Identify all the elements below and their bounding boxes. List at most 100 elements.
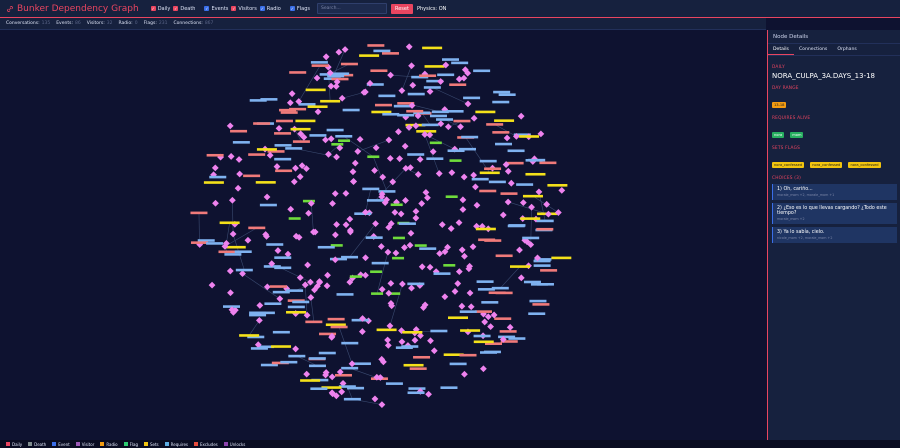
flag-node[interactable] [354,148,362,155]
flag-node[interactable] [286,99,294,107]
event-node[interactable] [498,335,516,339]
event-node[interactable] [274,256,292,259]
choice-item[interactable]: 2) ¿Eso es lo que llevas cargando? ¿Todo… [772,203,897,224]
hub-node[interactable] [414,244,427,247]
flag-node[interactable] [398,87,406,95]
flag-node[interactable] [517,112,525,120]
sets-node[interactable] [522,194,543,198]
daily-node[interactable] [330,325,348,329]
daily-node[interactable] [539,161,557,165]
sets-node[interactable] [475,110,496,114]
flag-node[interactable] [466,289,474,297]
hub-node[interactable] [392,256,405,260]
flag-node[interactable] [387,280,395,287]
flag-node[interactable] [371,395,379,403]
flag-node[interactable] [399,280,406,288]
flag-node[interactable] [323,282,331,290]
flag-node[interactable] [378,285,386,293]
event-node[interactable] [493,90,511,94]
flag-node[interactable] [408,62,415,70]
event-node[interactable] [385,382,403,385]
flag-node[interactable] [504,198,512,206]
hub-node[interactable] [367,155,380,159]
daily-node[interactable] [494,317,512,320]
flag-node[interactable] [418,200,426,207]
event-node[interactable] [232,141,250,144]
event-node[interactable] [250,347,268,350]
event-node[interactable] [343,397,361,401]
flag-node[interactable] [504,167,512,175]
event-node[interactable] [209,175,227,179]
flag-node[interactable] [414,171,422,178]
daily-node[interactable] [495,291,513,295]
flag-node[interactable] [469,243,477,251]
flag-node[interactable] [426,263,434,271]
flag-node[interactable] [430,347,438,355]
sets-node[interactable] [460,329,481,332]
event-node[interactable] [436,118,454,121]
flag-node[interactable] [276,295,284,303]
flag-node[interactable] [499,211,507,219]
flag-node[interactable] [263,283,271,291]
event-node[interactable] [366,199,384,202]
filter-events-checkbox[interactable]: ✓ Events [204,6,228,12]
flag-node[interactable] [459,196,467,204]
sets-node[interactable] [325,323,346,327]
flag-node[interactable] [461,370,468,378]
flag-node[interactable] [346,215,354,223]
daily-node[interactable] [484,167,502,171]
flag-node[interactable] [470,171,478,179]
event-node[interactable] [318,351,336,355]
flag-node[interactable] [427,337,434,345]
event-node[interactable] [430,329,448,333]
flag-node[interactable] [408,284,415,292]
flag-node[interactable] [545,210,552,218]
flag-node[interactable] [447,225,455,232]
filter-death-checkbox[interactable]: ✓ Death [173,6,195,12]
daily-node[interactable] [374,103,392,107]
flag-node[interactable] [287,205,295,213]
flag-node[interactable] [307,294,315,301]
flag-node[interactable] [455,219,463,227]
flag-node[interactable] [292,164,299,172]
event-node[interactable] [461,135,479,139]
event-node[interactable] [274,144,292,147]
sets-node[interactable] [475,227,496,231]
flag-node[interactable] [411,336,419,344]
event-node[interactable] [341,366,359,370]
event-node[interactable] [274,157,292,161]
flag-node[interactable] [327,82,335,90]
event-node[interactable] [473,334,491,338]
flag-node[interactable] [322,53,330,61]
daily-node[interactable] [479,189,497,193]
flag-node[interactable] [480,365,487,373]
flag-node[interactable] [487,323,495,331]
flag-node[interactable] [454,280,462,287]
hub-node[interactable] [390,203,403,207]
event-node[interactable] [342,108,360,112]
daily-node[interactable] [275,119,293,123]
flag-node[interactable] [412,214,420,222]
sets-node[interactable] [286,310,307,314]
event-node[interactable] [309,134,327,137]
daily-node[interactable] [486,123,504,126]
flag-node[interactable] [296,173,304,181]
hub-node[interactable] [331,143,344,146]
event-node[interactable] [523,280,541,284]
flag-node[interactable] [460,173,468,181]
sets-node[interactable] [422,46,443,50]
event-node[interactable] [492,100,510,104]
event-node[interactable] [407,92,425,96]
flag-node[interactable] [378,401,386,409]
sets-node[interactable] [203,181,224,184]
flag-node[interactable] [459,206,467,213]
flag-node[interactable] [437,78,445,85]
flag-node[interactable] [227,153,235,160]
event-node[interactable] [285,147,303,150]
daily-node[interactable] [327,317,345,321]
flag-node[interactable] [519,199,527,207]
event-node[interactable] [280,360,298,364]
event-node[interactable] [234,250,252,254]
flag-node[interactable] [371,167,378,174]
flag-node[interactable] [322,136,329,144]
